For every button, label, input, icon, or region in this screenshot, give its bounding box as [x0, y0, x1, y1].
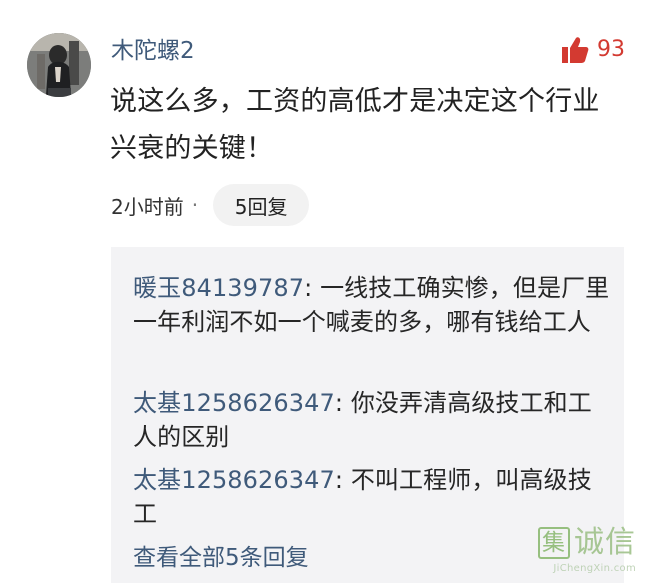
reply-author[interactable]: 暖玉84139787	[133, 274, 304, 302]
watermark-domain: JiChengXin.com	[553, 563, 636, 574]
user-avatar[interactable]	[27, 33, 91, 97]
reply-item: 暖玉84139787: 一线技工确实惨，但是厂里一年利润不如一个喊麦的多，哪有钱…	[133, 271, 611, 339]
like-button[interactable]: 93	[560, 31, 625, 69]
watermark-box-character: 集	[538, 527, 570, 559]
thumbs-up-icon	[562, 37, 589, 63]
reply-item: 太基1258626347: 不叫工程师，叫高级技工	[133, 463, 611, 531]
meta-separator: ·	[191, 193, 199, 217]
reply-separator: :	[334, 389, 344, 417]
watermark-main-text: 诚信	[574, 525, 636, 560]
site-watermark: 集 诚信 JiChengXin.com	[524, 525, 636, 575]
reply-separator: :	[334, 466, 344, 494]
comment-page: 木陀螺2 93 说这么多，工资的高低才是决定这个行业兴衰的关键！ 2小时前 · …	[0, 0, 650, 583]
comment-username[interactable]: 木陀螺2	[111, 33, 195, 69]
like-count: 93	[597, 37, 625, 62]
comment-time: 2小时前	[111, 194, 184, 219]
watermark-logo: 集 诚信	[538, 525, 636, 561]
reply-author[interactable]: 太基1258626347	[133, 389, 335, 417]
reply-author[interactable]: 太基1258626347	[133, 466, 335, 494]
comment-body: 说这么多，工资的高低才是决定这个行业兴衰的关键！	[110, 86, 600, 164]
view-all-replies-link[interactable]: 查看全部5条回复	[133, 541, 309, 575]
avatar-photo-icon	[27, 33, 91, 97]
reply-item: 太基1258626347: 你没弄清高级技工和工人的区别	[133, 386, 611, 454]
comment-meta: 2小时前 · 5回复	[111, 184, 310, 226]
replies-button[interactable]: 5回复	[213, 184, 310, 226]
